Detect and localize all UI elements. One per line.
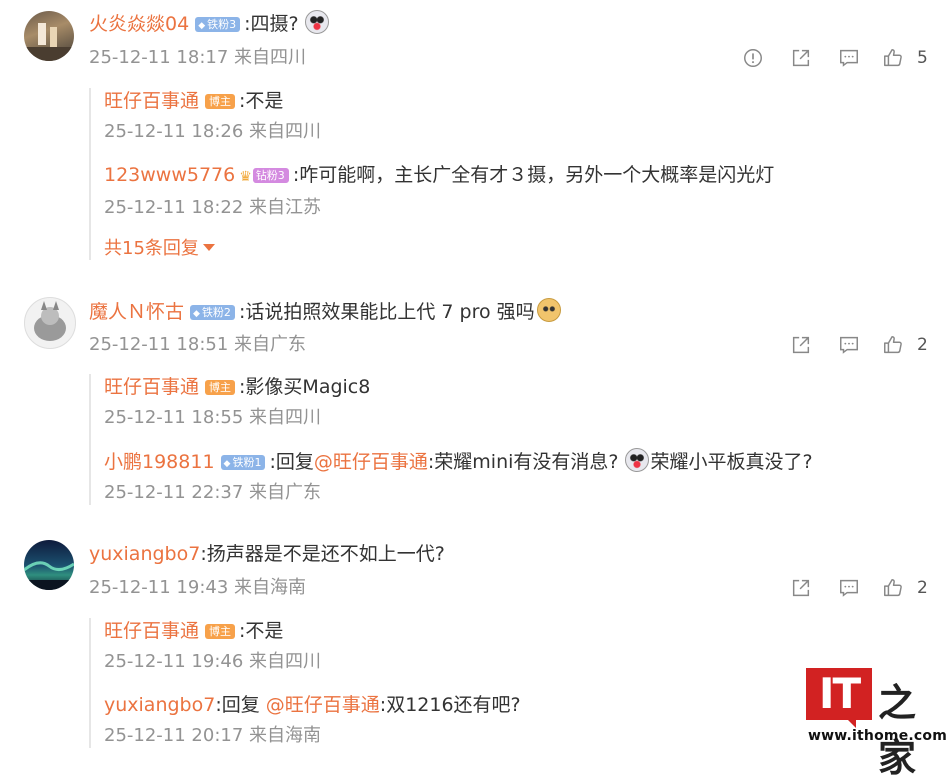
mention-link[interactable]: @旺仔百事通 (314, 451, 428, 473)
reply-text: 荣耀mini有没有消息? (434, 451, 619, 473)
reply-item: 123www5776 ♛ 钻粉3:咋可能啊，主长广全有才３摄，另外一个大概率是闪光灯… (104, 162, 774, 220)
reply-username-link[interactable]: 旺仔百事通 (104, 620, 199, 642)
fan-badge[interactable]: 铁粉1 (220, 455, 266, 470)
comment-actions: 2 (777, 576, 931, 600)
logo-text: 之家 (878, 680, 917, 780)
comment-meta: 25-12-11 19:43 来自海南 (89, 577, 307, 598)
comment-icon[interactable] (825, 576, 873, 600)
reply-username-link[interactable]: 小鹏198811 (104, 451, 215, 473)
avatar-photo (24, 561, 74, 590)
reply-meta: 25-12-11 18:22 来自江苏 (104, 197, 322, 218)
avatar-photo (24, 23, 74, 61)
comment-text: 扬声器是不是还不如上一代? (206, 543, 445, 565)
host-badge: 博主 (205, 380, 236, 395)
comment-line: 火炎焱燚04铁粉3:四摄? (89, 10, 331, 37)
crown-icon: ♛ (239, 169, 252, 185)
mention-link[interactable]: @旺仔百事通 (266, 694, 380, 716)
reply-item: 旺仔百事通 博主:不是 25-12-11 19:46 来自四川 (104, 618, 521, 674)
panda-emoji-icon (624, 448, 649, 472)
comment-line: yuxiangbo7:扬声器是不是还不如上一代? (89, 541, 445, 567)
username-link[interactable]: 魔人Ｎ怀古 (89, 301, 184, 323)
reply-text: 咋可能啊，主长广全有才３摄，另外一个大概率是闪光灯 (299, 164, 775, 186)
comment-actions: 5 (729, 46, 931, 70)
comment-icon[interactable] (825, 333, 873, 357)
more-replies-label: 共15条回复 (104, 238, 199, 259)
comment-actions: 2 (777, 333, 931, 357)
avatar[interactable] (24, 11, 74, 61)
reply-prefix: 回复 (275, 451, 314, 473)
report-icon[interactable] (729, 46, 777, 70)
doge-emoji-icon (536, 298, 561, 322)
reply-username-link[interactable]: 旺仔百事通 (104, 376, 199, 398)
reply-text: 影像买Magic8 (245, 376, 371, 398)
panda-emoji-icon (304, 10, 329, 34)
like-count: 2 (917, 578, 928, 598)
like-count: 5 (917, 48, 928, 68)
reply-list: 旺仔百事通 博主:不是 25-12-11 18:26 来自四川 123www577… (89, 88, 774, 260)
reply-list: 旺仔百事通 博主:不是 25-12-11 19:46 来自四川 yuxiangbo… (89, 618, 521, 748)
comment-line: 魔人Ｎ怀古铁粉2:话说拍照效果能比上代 7 pro 强吗 (89, 298, 563, 325)
reply-item: 小鹏198811铁粉1:回复@旺仔百事通:荣耀mini有没有消息?荣耀小平板真没… (104, 448, 813, 505)
avatar[interactable] (24, 540, 74, 590)
fan-badge[interactable]: 铁粉3 (195, 17, 241, 32)
thumbs-up-icon[interactable] (873, 576, 913, 600)
reply-username-link[interactable]: yuxiangbo7 (104, 694, 215, 716)
reply-item: 旺仔百事通 博主:影像买Magic8 25-12-11 18:55 来自四川 (104, 374, 813, 430)
username-link[interactable]: yuxiangbo7 (89, 543, 200, 565)
share-icon[interactable] (777, 46, 825, 70)
host-badge: 博主 (205, 624, 236, 639)
reply-meta: 25-12-11 22:37 来自广东 (104, 482, 322, 503)
reply-username-link[interactable]: 123www5776 (104, 164, 235, 186)
share-icon[interactable] (777, 333, 825, 357)
host-badge: 博主 (205, 94, 236, 109)
reply-text: 不是 (245, 620, 284, 642)
reply-meta: 25-12-11 19:46 来自四川 (104, 651, 322, 672)
reply-meta: 25-12-11 20:17 来自海南 (104, 725, 322, 746)
reply-username-link[interactable]: 旺仔百事通 (104, 90, 199, 112)
comment-text: 话说拍照效果能比上代 7 pro 强吗 (245, 301, 535, 323)
reply-meta: 25-12-11 18:26 来自四川 (104, 121, 322, 142)
reply-prefix: 回复 (221, 694, 266, 716)
comment-meta: 25-12-11 18:17 来自四川 (89, 47, 307, 68)
more-replies-link[interactable]: 共15条回复 (104, 234, 774, 260)
comment-text: 四摄? (250, 13, 299, 35)
reply-text: 双1216还有吧? (386, 694, 521, 716)
avatar[interactable] (24, 297, 76, 349)
fan-badge[interactable]: 钻粉3 (252, 168, 289, 183)
thumbs-up-icon[interactable] (873, 46, 913, 70)
share-icon[interactable] (777, 576, 825, 600)
caret-down-icon (202, 244, 215, 251)
avatar-photo (34, 301, 66, 341)
comment-icon[interactable] (825, 46, 873, 70)
username-link[interactable]: 火炎焱燚04 (89, 13, 189, 35)
reply-meta: 25-12-11 18:55 来自四川 (104, 407, 322, 428)
comment-meta: 25-12-11 18:51 来自广东 (89, 334, 307, 355)
reply-text: 不是 (245, 90, 284, 112)
fan-badge[interactable]: 铁粉2 (190, 305, 235, 320)
reply-item: yuxiangbo7:回复 @旺仔百事通:双1216还有吧? 25-12-11 … (104, 692, 521, 748)
reply-list: 旺仔百事通 博主:影像买Magic8 25-12-11 18:55 来自四川 小鹏… (89, 374, 813, 505)
thumbs-up-icon[interactable] (873, 333, 913, 357)
reply-item: 旺仔百事通 博主:不是 25-12-11 18:26 来自四川 (104, 88, 774, 144)
like-count: 2 (917, 335, 928, 355)
ithome-logo: IT 之家 www.ithome.com (806, 668, 947, 780)
logo-url: www.ithome.com (808, 728, 948, 744)
logo-mark: IT (806, 668, 872, 728)
reply-text-2: 荣耀小平板真没了? (650, 451, 813, 473)
